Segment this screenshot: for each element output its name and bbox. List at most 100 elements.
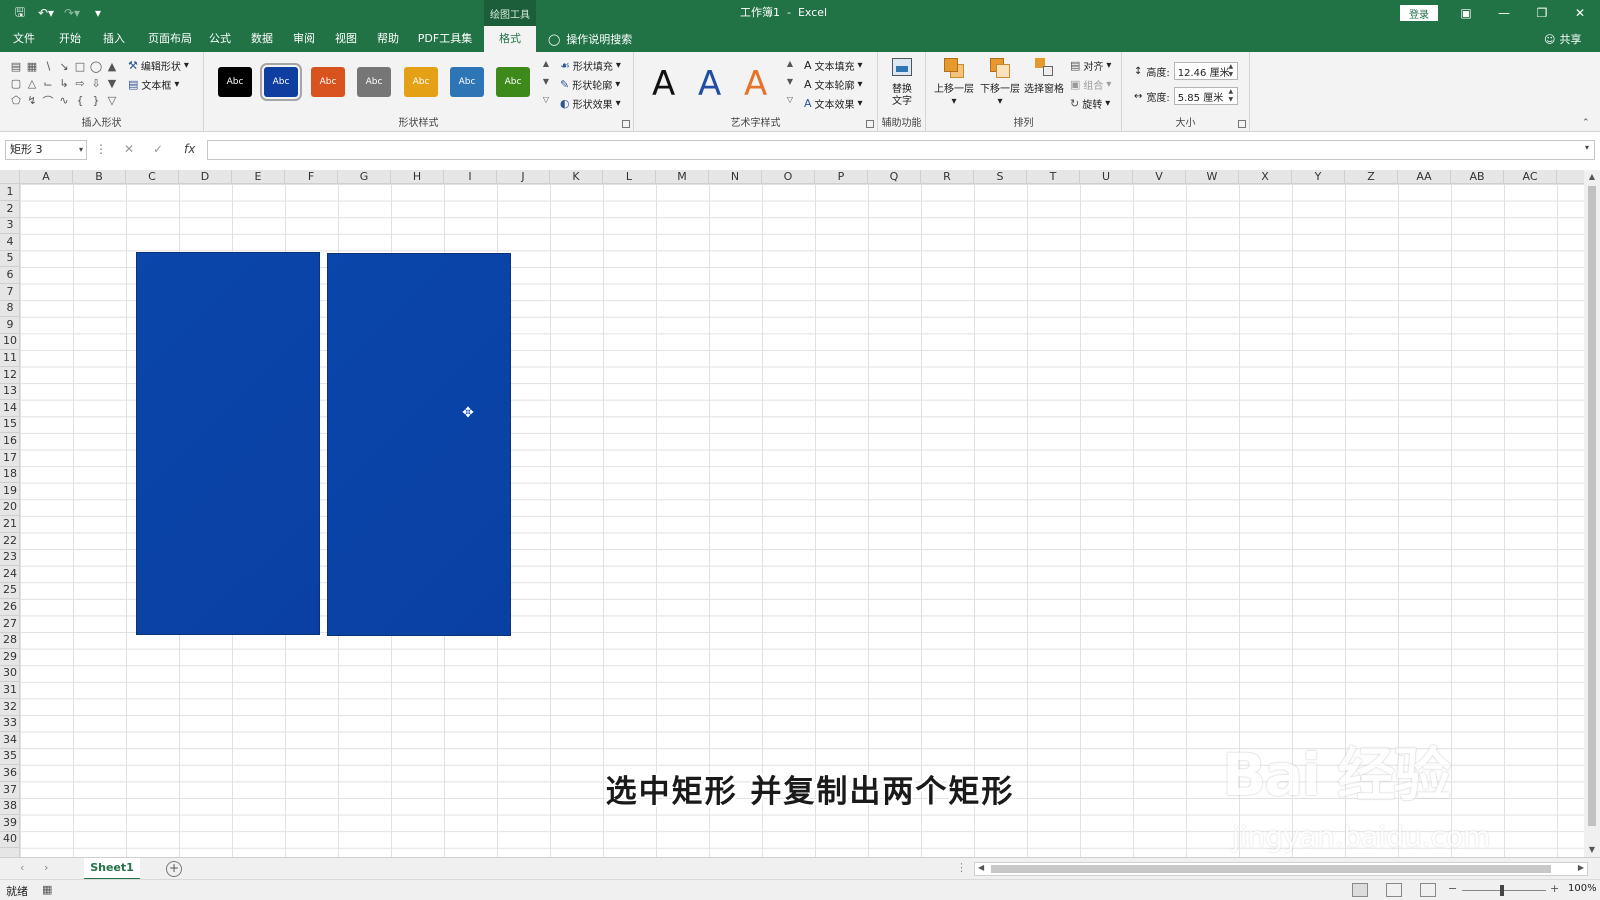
zoom-slider[interactable]	[1462, 890, 1546, 891]
row-header[interactable]: 8	[0, 300, 20, 318]
restore-icon[interactable]: ❐	[1524, 0, 1560, 26]
edit-shape-button[interactable]: ⚒ 编辑形状 ▾	[128, 58, 189, 73]
send-backward-button[interactable]: 下移一层 ▾	[978, 56, 1022, 108]
formula-input[interactable]	[207, 140, 1595, 160]
gallery-up-icon[interactable]: ▲	[784, 58, 796, 70]
vertical-textbox-shape-icon[interactable]: ▦	[24, 58, 40, 75]
gallery-down-icon[interactable]: ▼	[104, 75, 120, 92]
row-header[interactable]: 30	[0, 665, 20, 683]
row-header[interactable]: 18	[0, 466, 20, 484]
sheet-tab-sheet1[interactable]: Sheet1	[84, 858, 140, 880]
column-header[interactable]: F	[285, 170, 338, 184]
scroll-up-icon[interactable]: ▲	[1584, 170, 1600, 184]
zoom-slider-thumb[interactable]	[1500, 885, 1504, 896]
row-header[interactable]: 3	[0, 217, 20, 235]
shape-style-swatch[interactable]: Abc	[496, 67, 530, 97]
column-header[interactable]: G	[338, 170, 391, 184]
gallery-down-icon[interactable]: ▼	[540, 76, 552, 88]
text-outline-button[interactable]: A 文本轮廓 ▾	[804, 77, 863, 92]
column-header[interactable]: B	[73, 170, 126, 184]
horizontal-scrollbar[interactable]: ◀ ▶	[974, 862, 1588, 876]
row-header[interactable]: 36	[0, 765, 20, 782]
column-header[interactable]: AB	[1451, 170, 1504, 184]
row-header[interactable]: 17	[0, 450, 20, 467]
arrow-line-shape-icon[interactable]: ↘	[56, 58, 72, 75]
column-header[interactable]: K	[550, 170, 603, 184]
page-layout-view-icon[interactable]	[1386, 883, 1402, 897]
shape-style-swatch[interactable]: Abc	[450, 67, 484, 97]
shape-width-input[interactable]: 5.85 厘米 ▲ ▼	[1173, 87, 1238, 105]
column-header[interactable]: O	[762, 170, 815, 184]
ribbon-display-icon[interactable]: ▣	[1448, 0, 1484, 26]
row-header[interactable]: 12	[0, 367, 20, 384]
scroll-thumb[interactable]	[1588, 186, 1596, 826]
row-header[interactable]: 9	[0, 317, 20, 334]
column-header[interactable]: Z	[1345, 170, 1398, 184]
zoom-in-icon[interactable]: +	[1550, 882, 1559, 895]
column-header[interactable]: D	[179, 170, 232, 184]
dialog-launcher-icon[interactable]	[866, 120, 874, 128]
group-button[interactable]: ▣ 组合 ▾	[1070, 77, 1111, 92]
alt-text-button[interactable]: 替换文字	[886, 56, 918, 108]
zoom-out-icon[interactable]: −	[1448, 882, 1457, 895]
insert-function-icon[interactable]: fx	[184, 142, 195, 156]
enter-icon[interactable]: ✓	[153, 142, 163, 156]
column-header[interactable]: H	[391, 170, 444, 184]
wordart-style-black[interactable]: A	[652, 64, 675, 104]
scroll-right-icon[interactable]: ▶	[1578, 863, 1584, 872]
row-header[interactable]: 16	[0, 433, 20, 450]
gallery-more-icon[interactable]: ▽	[540, 94, 552, 106]
row-header[interactable]: 26	[0, 599, 20, 616]
shape-fill-button[interactable]: ☙ 形状填充 ▾	[560, 58, 621, 73]
row-header[interactable]: 5	[0, 250, 20, 268]
tab-insert[interactable]: 插入	[94, 26, 134, 52]
shape-style-swatch[interactable]: Abc	[357, 67, 391, 97]
row-header[interactable]: 2	[0, 201, 20, 218]
column-header[interactable]: A	[20, 170, 73, 184]
normal-view-icon[interactable]	[1352, 883, 1368, 897]
prev-sheet-icon[interactable]: ‹	[20, 861, 24, 874]
bring-forward-button[interactable]: 上移一层 ▾	[932, 56, 976, 108]
row-header[interactable]: 13	[0, 383, 20, 401]
zoom-level[interactable]: 100%	[1568, 883, 1597, 894]
undo-icon[interactable]: ↶▾	[36, 3, 56, 23]
selection-pane-button[interactable]: 选择窗格	[1022, 56, 1066, 96]
row-header[interactable]: 1	[0, 184, 20, 201]
customize-qat-icon[interactable]: ▾	[88, 3, 108, 23]
line-shape-icon[interactable]: ∖	[40, 58, 56, 75]
cancel-icon[interactable]: ✕	[124, 142, 134, 156]
gallery-down-icon[interactable]: ▼	[784, 76, 796, 88]
align-button[interactable]: ▤ 对齐 ▾	[1070, 58, 1111, 73]
save-icon[interactable]: 🖫	[10, 3, 30, 23]
tab-formulas[interactable]: 公式	[200, 26, 240, 52]
arc-shape-icon[interactable]: ⌒	[40, 92, 56, 109]
row-header[interactable]: 20	[0, 499, 20, 517]
row-header[interactable]: 6	[0, 267, 20, 284]
row-header[interactable]: 4	[0, 234, 20, 251]
dialog-launcher-icon[interactable]	[1238, 120, 1246, 128]
shape-height-input[interactable]: 12.46 厘米 ▲ ▼	[1173, 62, 1238, 80]
column-header[interactable]: J	[497, 170, 550, 184]
shape-effects-button[interactable]: ◐ 形状效果 ▾	[560, 96, 621, 111]
row-header[interactable]: 31	[0, 682, 20, 699]
column-header[interactable]: P	[815, 170, 868, 184]
macro-record-icon[interactable]: ▦	[42, 883, 52, 896]
row-header[interactable]: 25	[0, 582, 20, 600]
elbow-arrow-shape-icon[interactable]: ↳	[56, 75, 72, 92]
tab-pdf-tools[interactable]: PDF工具集	[412, 26, 478, 52]
tab-review[interactable]: 审阅	[284, 26, 324, 52]
wordart-style-blue[interactable]: A	[698, 64, 721, 104]
row-header[interactable]: 23	[0, 549, 20, 567]
text-effects-button[interactable]: A 文本效果 ▾	[804, 96, 863, 111]
row-header[interactable]: 7	[0, 284, 20, 301]
tab-view[interactable]: 视图	[326, 26, 366, 52]
row-header[interactable]: 34	[0, 732, 20, 749]
shape-outline-button[interactable]: ✎ 形状轮廓 ▾	[560, 77, 620, 92]
column-header[interactable]: E	[232, 170, 285, 184]
tab-data[interactable]: 数据	[242, 26, 282, 52]
gallery-more-icon[interactable]: ▽	[784, 94, 796, 106]
tab-home[interactable]: 开始	[50, 26, 90, 52]
row-header[interactable]: 21	[0, 516, 20, 533]
pentagon-shape-icon[interactable]: ⬠	[8, 92, 24, 109]
column-header[interactable]: U	[1080, 170, 1133, 184]
